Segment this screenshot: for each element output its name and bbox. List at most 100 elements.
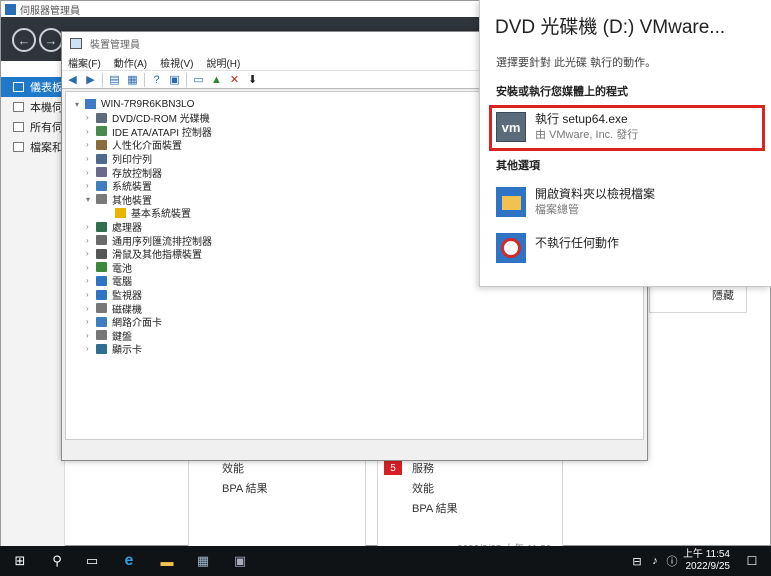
warning-icon <box>115 207 126 218</box>
device-category-icon <box>96 303 107 314</box>
scan-hardware-icon[interactable]: ▭ <box>192 74 205 86</box>
section-install-run: 安裝或執行您媒體上的程式 <box>496 86 628 98</box>
tile-services[interactable]: 服務 <box>412 460 434 476</box>
expand-icon[interactable]: › <box>86 263 96 272</box>
system-clock[interactable]: 上午 11:54 2022/9/25 <box>683 549 730 573</box>
menu-view[interactable]: 檢視(V) <box>160 55 193 70</box>
file-explorer-icon[interactable]: ▬ <box>159 553 175 569</box>
expand-icon[interactable]: › <box>86 290 96 299</box>
menu-help[interactable]: 說明(H) <box>206 55 240 70</box>
server-manager-taskbar-icon[interactable]: ▦ <box>195 553 211 569</box>
device-category[interactable]: › 磁碟機 <box>66 301 643 316</box>
no-action-option[interactable]: 不執行任何動作 <box>489 226 765 272</box>
expand-icon[interactable]: › <box>86 181 96 190</box>
sidebar-item-label: 所有伺服器 <box>30 122 64 134</box>
device-category-icon <box>96 248 107 259</box>
download-icon[interactable]: ⬇ <box>246 74 259 86</box>
sidebar-item-all-servers[interactable]: 所有伺服器 <box>1 117 64 137</box>
sidebar-item-local-server[interactable]: 本機伺服器 <box>1 97 64 117</box>
run-setup-option[interactable]: vm 執行 setup64.exe 由 VMware, Inc. 發行 <box>489 105 765 151</box>
device-manager-icon <box>70 37 82 49</box>
device-category-icon <box>96 139 107 150</box>
device-category[interactable]: › 網路介面卡 <box>66 315 643 329</box>
toolbar-separator <box>144 72 145 87</box>
forward-arrow-icon: → <box>44 32 58 48</box>
expand-icon[interactable]: › <box>86 168 96 177</box>
collapse-icon[interactable]: ▾ <box>75 100 85 109</box>
sidebar-item-dashboard[interactable]: 儀表板 <box>1 77 64 97</box>
device-category-icon <box>96 153 107 164</box>
open-folder-title: 開啟資料夾以檢視檔案 <box>535 187 656 201</box>
help-notification-icon[interactable]: ⓘ <box>664 553 680 569</box>
clock-time: 上午 11:54 <box>682 549 730 560</box>
device-category-icon <box>96 262 107 273</box>
device-category-icon <box>96 289 107 300</box>
expand-icon[interactable]: › <box>86 140 96 149</box>
forward-button[interactable]: → <box>39 28 63 52</box>
expand-icon[interactable]: › <box>86 304 96 313</box>
tile-performance[interactable]: 效能 <box>412 480 434 496</box>
start-icon[interactable]: ⊞ <box>12 553 28 569</box>
expand-icon[interactable]: › <box>86 236 96 245</box>
properties-icon[interactable]: ▦ <box>126 74 139 86</box>
forward-icon[interactable]: ▶ <box>84 74 97 86</box>
device-category-icon <box>96 112 107 123</box>
expand-icon[interactable]: › <box>86 113 96 122</box>
update-driver-icon[interactable]: ▲ <box>210 74 223 86</box>
expand-icon[interactable]: › <box>86 249 96 258</box>
back-button[interactable]: ← <box>12 28 36 52</box>
sidebar-item-label: 儀表板 <box>30 82 63 94</box>
open-folder-option[interactable]: 開啟資料夾以檢視檔案 檔案總管 <box>489 180 765 226</box>
internet-explorer-icon[interactable]: e <box>121 552 137 569</box>
sidebar-item-label: 本機伺服器 <box>30 102 64 114</box>
device-category-icon <box>96 180 107 191</box>
no-action-title: 不執行任何動作 <box>535 236 620 250</box>
device-category[interactable]: › 監視器 <box>66 288 643 302</box>
device-category[interactable]: › 鍵盤 <box>66 329 643 343</box>
device-category-icon <box>96 316 107 327</box>
servers-icon <box>13 122 24 132</box>
expand-icon[interactable]: › <box>86 331 96 340</box>
vmware-icon: vm <box>496 112 526 142</box>
expand-icon[interactable]: › <box>86 127 96 136</box>
server-manager-title: 伺服器管理員 <box>20 5 80 17</box>
expand-icon[interactable]: › <box>86 154 96 163</box>
uninstall-icon[interactable]: ✕ <box>228 74 241 86</box>
section-other-options: 其他選項 <box>496 160 540 172</box>
toolbar-separator <box>102 72 103 87</box>
back-arrow-icon: ← <box>17 32 31 48</box>
view-icon[interactable]: ▣ <box>168 74 181 86</box>
task-view-icon[interactable]: ▭ <box>84 553 100 569</box>
sidebar-item-file-storage[interactable]: 檔案和存放服務 <box>1 137 64 157</box>
device-category-icon <box>96 275 107 286</box>
status-bar <box>65 443 644 458</box>
tile-performance[interactable]: 效能 <box>222 460 244 476</box>
dashboard-tile-hide: 隱藏 <box>649 287 747 313</box>
collapse-icon[interactable]: ▾ <box>86 195 96 204</box>
device-category[interactable]: › 顯示卡 <box>66 342 643 356</box>
device-category-icon <box>96 235 107 246</box>
taskbar: ⊞ ⚲ ▭ e ▬ ▦ ▣ ⊟ ♪ ⓘ 上午 11:54 2022/9/25 ☐ <box>0 546 771 576</box>
expand-icon[interactable]: › <box>86 317 96 326</box>
tile-bpa[interactable]: BPA 結果 <box>412 500 458 516</box>
show-hide-tree-icon[interactable]: ▤ <box>108 74 121 86</box>
notification-center-icon[interactable]: ☐ <box>744 553 760 569</box>
device-manager-taskbar-icon[interactable]: ▣ <box>232 553 248 569</box>
search-icon[interactable]: ⚲ <box>49 553 65 569</box>
network-icon[interactable]: ⊟ <box>629 553 645 569</box>
sidebar-item-label: 檔案和存放服務 <box>30 142 64 154</box>
expand-icon[interactable]: › <box>86 276 96 285</box>
services-alert-badge: 5 <box>384 461 402 475</box>
folder-icon <box>496 187 526 217</box>
help-icon[interactable]: ? <box>150 74 163 86</box>
hide-link[interactable]: 隱藏 <box>712 287 734 303</box>
volume-icon[interactable]: ♪ <box>647 553 663 569</box>
menu-action[interactable]: 動作(A) <box>114 55 147 70</box>
expand-icon[interactable]: › <box>86 222 96 231</box>
tile-bpa[interactable]: BPA 結果 <box>222 480 268 496</box>
computer-icon <box>85 99 96 109</box>
expand-icon[interactable]: › <box>86 344 96 353</box>
menu-file[interactable]: 檔案(F) <box>68 55 101 70</box>
run-setup-desc: 由 VMware, Inc. 發行 <box>535 129 639 141</box>
back-icon[interactable]: ◀ <box>66 74 79 86</box>
